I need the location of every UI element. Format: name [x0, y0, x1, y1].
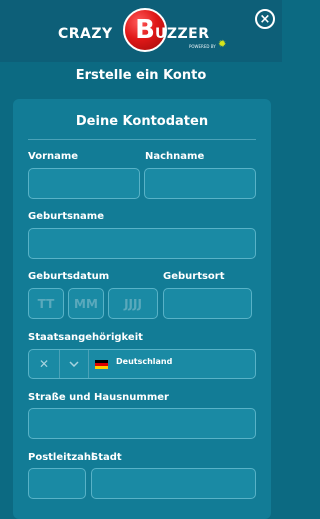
- nationality-select[interactable]: ✕ Deutschland: [28, 349, 256, 379]
- nachname-label: Nachname: [145, 151, 205, 162]
- logo-word-uzzer: UZZER: [155, 26, 210, 42]
- postleitzahl-input[interactable]: [28, 468, 86, 499]
- geburtsname-label: Geburtsname: [28, 211, 105, 222]
- close-icon[interactable]: ×: [255, 9, 275, 29]
- logo-word-crazy: CRAZY: [58, 26, 113, 42]
- germany-flag-icon: [95, 360, 108, 369]
- section-divider: [28, 139, 256, 140]
- section-title: Deine Kontodaten: [75, 114, 209, 129]
- logo-powered-by: POWERED BY: [189, 44, 216, 49]
- account-form-card: Deine Kontodaten Vorname Nachname Geburt…: [13, 99, 271, 519]
- birth-month-input[interactable]: MM: [68, 288, 104, 319]
- geburtsort-input[interactable]: [163, 288, 252, 319]
- strasse-label: Straße und Hausnummer: [28, 392, 169, 403]
- vorname-label: Vorname: [28, 151, 79, 162]
- staatsangehoerigkeit-label: Staatsangehörigkeit: [28, 332, 143, 343]
- spark-icon: ✹: [218, 39, 227, 50]
- birth-day-input[interactable]: TT: [28, 288, 64, 319]
- postleitzahl-label: Postleitzahl: [28, 452, 95, 463]
- strasse-input[interactable]: [28, 408, 256, 439]
- geburtsname-input[interactable]: [28, 228, 256, 259]
- clear-icon[interactable]: ✕: [29, 350, 59, 378]
- page-title: Erstelle ein Konto: [75, 68, 207, 83]
- stadt-label: Stadt: [91, 452, 122, 463]
- nationality-value: Deutschland: [116, 357, 173, 366]
- crazy-buzzer-logo: CRAZY B UZZER POWERED BY ✹: [58, 6, 228, 58]
- geburtsort-label: Geburtsort: [163, 271, 225, 282]
- stadt-input[interactable]: [91, 468, 256, 499]
- chevron-down-icon[interactable]: [60, 350, 88, 378]
- vorname-input[interactable]: [28, 168, 140, 199]
- birth-year-input[interactable]: JJJJ: [108, 288, 158, 319]
- select-divider: [88, 350, 89, 378]
- header-bar: CRAZY B UZZER POWERED BY ✹ ×: [0, 0, 282, 62]
- nachname-input[interactable]: [144, 168, 256, 199]
- geburtsdatum-label: Geburtsdatum: [28, 271, 110, 282]
